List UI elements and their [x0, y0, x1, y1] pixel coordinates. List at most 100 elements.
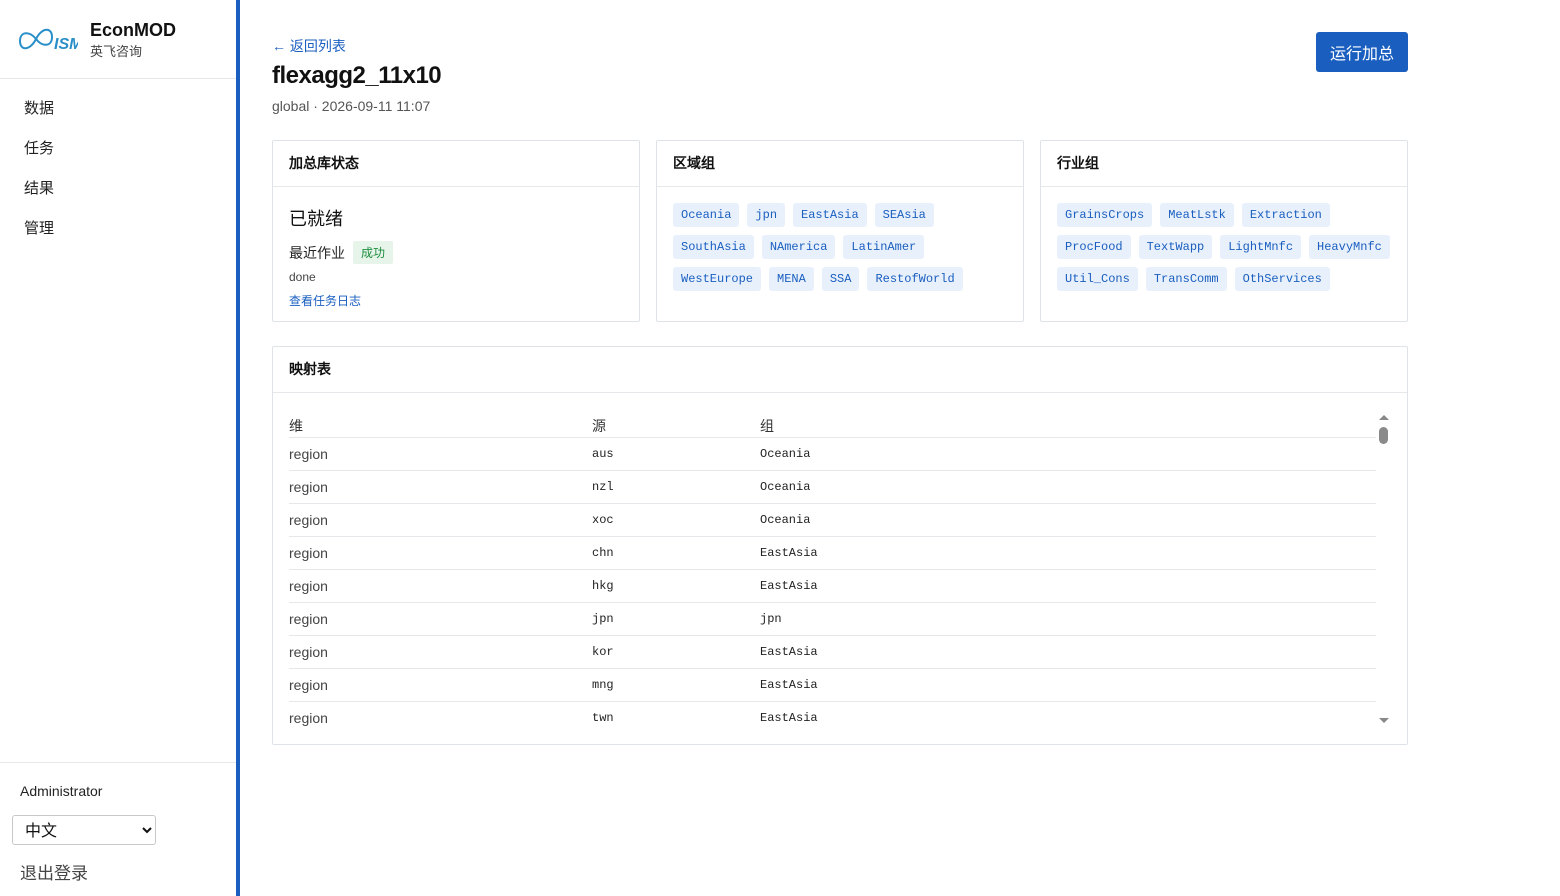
- language-select[interactable]: 中文: [12, 815, 156, 845]
- region-card-title: 区域组: [657, 141, 1023, 187]
- cell-dimension: region: [289, 503, 592, 537]
- cell-source: chn: [592, 536, 760, 570]
- table-row: region chn EastAsia: [289, 536, 1376, 570]
- table-row: region kor EastAsia: [289, 635, 1376, 669]
- sector-group-chip: OthServices: [1234, 267, 1330, 291]
- table-scrollbar[interactable]: [1377, 409, 1391, 729]
- table-row: region aus Oceania: [289, 437, 1376, 471]
- mapping-card-title: 映射表: [273, 347, 1407, 393]
- mapping-table: 维 源 组 region aus Oceania region nzl Oceania re…: [289, 409, 1376, 729]
- logo-icon: ISM: [18, 28, 78, 53]
- cell-dimension: region: [289, 602, 592, 636]
- sidebar-item-data[interactable]: 数据: [0, 89, 236, 129]
- sector-card-title: 行业组: [1041, 141, 1407, 187]
- status-badge: 成功: [353, 241, 394, 264]
- sector-group-chip: Extraction: [1241, 203, 1330, 227]
- cell-dimension: region: [289, 470, 592, 504]
- cell-source: aus: [592, 437, 760, 471]
- table-row: region hkg EastAsia: [289, 569, 1376, 603]
- job-state: done: [289, 270, 316, 284]
- mapping-card: 映射表 维 源 组 region aus Oceania region nzl Ocean…: [272, 346, 1408, 745]
- cell-group: Oceania: [760, 470, 1376, 504]
- sector-group-chip: Util_Cons: [1057, 267, 1138, 291]
- region-group-chip: RestofWorld: [867, 267, 963, 291]
- cell-group: jpn: [760, 602, 1376, 636]
- sidebar-nav: 数据 任务 结果 管理: [0, 79, 236, 249]
- logout-link[interactable]: 退出登录: [20, 859, 88, 884]
- cell-group: EastAsia: [760, 569, 1376, 603]
- sidebar-item-admin[interactable]: 管理: [0, 209, 236, 249]
- region-group-chip: Oceania: [673, 203, 740, 227]
- svg-text:ISM: ISM: [54, 36, 78, 53]
- cell-source: hkg: [592, 569, 760, 603]
- sector-chips: GrainsCrops MeatLstk Extraction ProcFood Tex…: [1057, 203, 1391, 291]
- cell-group: EastAsia: [760, 635, 1376, 669]
- brand-subtitle: 英飞咨询: [90, 43, 143, 59]
- sector-group-chip: TextWapp: [1138, 235, 1213, 259]
- region-group-chip: SEAsia: [874, 203, 934, 227]
- brand: ISM EconMOD 英飞咨询: [0, 0, 236, 79]
- cell-source: xoc: [592, 503, 760, 537]
- table-row: region nzl Oceania: [289, 470, 1376, 504]
- cell-group: EastAsia: [760, 536, 1376, 570]
- view-task-log-link[interactable]: 查看任务日志: [289, 292, 361, 309]
- table-row: region jpn jpn: [289, 602, 1376, 636]
- brand-name: EconMOD: [90, 19, 177, 40]
- cell-source: jpn: [592, 602, 760, 636]
- table-row: region mng EastAsia: [289, 668, 1376, 702]
- cell-group: EastAsia: [760, 701, 1376, 729]
- region-group-chip: SouthAsia: [673, 235, 754, 259]
- scroll-up-arrow-icon[interactable]: [1379, 415, 1389, 420]
- region-group-chip: MENA: [769, 267, 814, 291]
- region-group-chip: NAmerica: [761, 235, 836, 259]
- cell-group: Oceania: [760, 437, 1376, 471]
- sector-group-chip: HeavyMnfc: [1309, 235, 1390, 259]
- region-chips: Oceania jpn EastAsia SEAsia SouthAsia NAmeric…: [673, 203, 1007, 291]
- sidebar-item-tasks[interactable]: 任务: [0, 129, 236, 169]
- region-group-chip: WestEurope: [673, 267, 762, 291]
- cell-dimension: region: [289, 668, 592, 702]
- cell-dimension: region: [289, 536, 592, 570]
- cell-source: nzl: [592, 470, 760, 504]
- back-link[interactable]: ← 返回列表: [272, 36, 346, 56]
- user-name: Administrator: [20, 783, 103, 799]
- cell-source: kor: [592, 635, 760, 669]
- page-title: flexagg2_11x10: [272, 62, 442, 89]
- library-status: 已就绪: [289, 209, 343, 229]
- column-header-dimension: 维: [289, 409, 592, 438]
- sector-group-card: 行业组 GrainsCrops MeatLstk Extraction ProcFoo…: [1040, 140, 1408, 322]
- cell-group: Oceania: [760, 503, 1376, 537]
- run-aggregation-button[interactable]: 运行加总: [1316, 32, 1408, 72]
- column-header-group: 组: [760, 409, 1376, 438]
- status-card-title: 加总库状态: [273, 141, 639, 187]
- sector-group-chip: ProcFood: [1057, 235, 1131, 259]
- scroll-down-arrow-icon[interactable]: [1379, 718, 1389, 723]
- sidebar-item-results[interactable]: 结果: [0, 169, 236, 209]
- page-subtitle: global · 2026-09-11 11:07: [272, 98, 431, 114]
- cell-source: mng: [592, 668, 760, 702]
- table-row: region xoc Oceania: [289, 503, 1376, 537]
- column-header-source: 源: [592, 409, 760, 438]
- cell-dimension: region: [289, 701, 592, 729]
- recent-job-label: 最近作业: [289, 244, 345, 261]
- status-card: 加总库状态 已就绪 最近作业 成功 done 查看任务日志: [272, 140, 640, 322]
- sidebar: ISM EconMOD 英飞咨询 数据 任务 结果 管理 Administrat…: [0, 0, 236, 896]
- cell-group: EastAsia: [760, 668, 1376, 702]
- cell-dimension: region: [289, 437, 592, 471]
- cell-dimension: region: [289, 569, 592, 603]
- table-row: region twn EastAsia: [289, 701, 1376, 729]
- cell-dimension: region: [289, 635, 592, 669]
- sidebar-divider: [236, 0, 240, 896]
- cell-source: twn: [592, 701, 760, 729]
- sector-group-chip: TransComm: [1145, 267, 1227, 291]
- sidebar-footer: Administrator 中文 退出登录: [0, 762, 236, 896]
- region-group-chip: LatinAmer: [843, 235, 925, 259]
- region-group-card: 区域组 Oceania jpn EastAsia SEAsia SouthAsia NAm…: [656, 140, 1024, 322]
- region-group-chip: SSA: [821, 267, 860, 291]
- scroll-thumb[interactable]: [1379, 427, 1388, 444]
- region-group-chip: jpn: [747, 203, 786, 227]
- sector-group-chip: LightMnfc: [1220, 235, 1302, 259]
- sector-group-chip: MeatLstk: [1160, 203, 1234, 227]
- sector-group-chip: GrainsCrops: [1057, 203, 1153, 227]
- region-group-chip: EastAsia: [793, 203, 867, 227]
